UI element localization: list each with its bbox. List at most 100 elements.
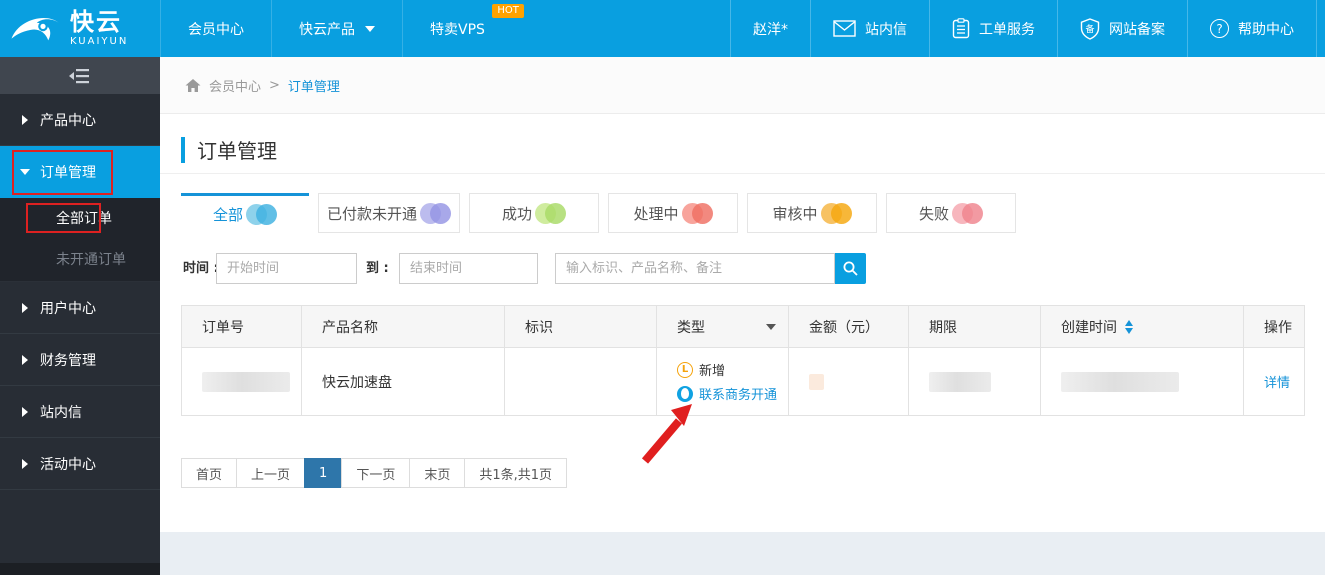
page-summary: 共1条,共1页 <box>464 458 568 488</box>
tab-paid-unopened[interactable]: 已付款未开通 <box>318 193 460 233</box>
redacted-created-time <box>1061 371 1179 392</box>
cell-identifier <box>505 348 657 415</box>
logo-subtitle: KUAIYUN <box>70 36 129 47</box>
redacted-amount <box>809 373 824 390</box>
filter-bar: 时间 : 到 : <box>160 253 1325 284</box>
header-term: 期限 <box>909 306 1041 347</box>
cell-term <box>909 348 1041 415</box>
sort-icon[interactable] <box>1125 319 1133 334</box>
sidebar-item-label: 全部订单 <box>56 210 112 227</box>
sidebar-subitem-unopened-orders[interactable]: 未开通订单 <box>0 237 160 282</box>
triangle-right-icon <box>22 406 28 417</box>
tab-label: 全部 <box>212 206 243 224</box>
triangle-right-icon <box>22 458 28 469</box>
time-label: 时间 : <box>183 261 219 276</box>
nav-item-work-order[interactable]: 工单服务 <box>929 0 1057 57</box>
tab-success[interactable]: 成功 <box>469 193 599 233</box>
cell-actions: 详情 <box>1244 348 1304 415</box>
tab-failed[interactable]: 失败 <box>886 193 1016 233</box>
page-first-button[interactable]: 首页 <box>181 458 238 488</box>
sidebar-item-order-management[interactable]: 订单管理 <box>0 146 160 198</box>
tab-processing[interactable]: 处理中 <box>608 193 738 233</box>
orders-table: 订单号 产品名称 标识 类型 金额（元） 期限 创建时间 操作 快云加速盘 L … <box>181 305 1305 416</box>
sidebar-item-user-center[interactable]: 用户中心 <box>0 282 160 334</box>
page-number-current[interactable]: 1 <box>304 458 343 488</box>
nav-item-messages[interactable]: 站内信 <box>810 0 929 57</box>
sidebar-item-label: 站内信 <box>40 404 82 421</box>
tab-label: 处理中 <box>633 204 679 223</box>
status-tabs: 全部 已付款未开通 成功 处理中 审核中 失败 <box>181 193 1016 233</box>
end-time-input[interactable] <box>399 253 538 284</box>
sidebar-item-activity-center[interactable]: 活动中心 <box>0 438 160 490</box>
nav-item-icp-filing[interactable]: 备 网站备案 <box>1057 0 1187 57</box>
nav-label: 会员中心 <box>188 21 244 38</box>
footer-strip <box>160 532 1325 575</box>
status-circles-icon <box>246 204 277 225</box>
user-menu[interactable]: 赵洋* <box>730 0 810 57</box>
tab-all[interactable]: 全部 <box>181 193 309 233</box>
nav-label: 站内信 <box>865 21 907 38</box>
tab-label: 审核中 <box>772 204 818 223</box>
search-icon <box>842 260 859 277</box>
shield-icon: 备 <box>1080 17 1100 40</box>
logo[interactable]: 快云 KUAIYUN <box>0 0 160 57</box>
header-order-no: 订单号 <box>182 306 302 347</box>
member-center-screen: 快云 KUAIYUN 会员中心 快云产品 特卖VPS HOT 赵洋* 站内信 工… <box>0 0 1325 575</box>
breadcrumb-current[interactable]: 订单管理 <box>288 76 340 95</box>
search-button[interactable] <box>835 253 866 284</box>
header-created-time: 创建时间 <box>1041 306 1244 347</box>
sidebar-bottom-strip <box>0 563 160 575</box>
header-product-name: 产品名称 <box>302 306 505 347</box>
sidebar-item-product-center[interactable]: 产品中心 <box>0 94 160 146</box>
type-filter-dropdown-icon[interactable] <box>766 323 776 330</box>
nav-item-help-center[interactable]: ? 帮助中心 <box>1187 0 1317 57</box>
top-nav-right: 赵洋* 站内信 工单服务 备 网站备案 ? 帮助中心 <box>730 0 1325 57</box>
status-circles-icon <box>681 202 713 224</box>
cell-product-name: 快云加速盘 <box>302 348 505 415</box>
to-label: 到 : <box>366 261 389 276</box>
nav-label: 特卖VPS <box>430 21 485 38</box>
main-content: 订单管理 全部 已付款未开通 成功 处理中 审核中 失败 时间: 开始时间 到… <box>160 114 1325 532</box>
header-amount: 金额（元） <box>789 306 909 347</box>
shield-glyph: 备 <box>1085 25 1095 35</box>
top-nav: 快云 KUAIYUN 会员中心 快云产品 特卖VPS HOT 赵洋* 站内信 工… <box>0 0 1325 57</box>
page-prev-button[interactable]: 上一页 <box>236 458 306 488</box>
breadcrumb-home[interactable]: 会员中心 <box>209 76 261 95</box>
tab-label: 已付款未开通 <box>326 204 417 223</box>
sidebar: 产品中心 订单管理 全部订单 未开通订单 用户中心 财务管理 站内信 活动中心 <box>0 57 160 575</box>
mail-icon <box>833 20 856 37</box>
logo-title: 快云 <box>70 8 122 36</box>
help-icon: ? <box>1210 19 1229 38</box>
cell-order-no <box>182 348 302 415</box>
nav-item-vps-sale[interactable]: 特卖VPS HOT <box>402 0 524 57</box>
cell-created-time <box>1041 348 1244 415</box>
collapse-menu-icon <box>68 68 92 84</box>
page-next-button[interactable]: 下一页 <box>341 458 411 488</box>
type-new-label: 新增 <box>699 364 726 379</box>
status-circles-icon <box>420 202 451 224</box>
sidebar-item-messages[interactable]: 站内信 <box>0 386 160 438</box>
username: 赵洋* <box>753 21 788 38</box>
nav-label: 快云产品 <box>299 21 355 38</box>
sidebar-subitem-all-orders[interactable]: 全部订单 <box>0 198 160 237</box>
cell-amount <box>789 348 909 415</box>
status-circles-icon <box>820 202 852 224</box>
nav-label: 帮助中心 <box>1238 21 1294 38</box>
start-time-input[interactable] <box>216 253 357 284</box>
sidebar-item-label: 订单管理 <box>40 165 96 181</box>
keyword-search-input[interactable] <box>555 253 835 284</box>
detail-link[interactable]: 详情 <box>1264 372 1290 391</box>
tab-reviewing[interactable]: 审核中 <box>747 193 877 233</box>
nav-item-member-center[interactable]: 会员中心 <box>160 0 271 57</box>
sidebar-collapse-button[interactable] <box>0 57 160 94</box>
page-last-button[interactable]: 末页 <box>409 458 466 488</box>
sidebar-item-finance[interactable]: 财务管理 <box>0 334 160 386</box>
pagination: 首页 上一页 1 下一页 末页 共1条,共1页 <box>181 458 568 488</box>
status-circles-icon <box>952 202 983 224</box>
work-order-icon <box>952 18 970 39</box>
tab-label: 失败 <box>918 204 949 223</box>
nav-item-products[interactable]: 快云产品 <box>271 0 402 57</box>
sidebar-item-label: 未开通订单 <box>56 252 126 268</box>
qq-contact-icon <box>677 385 693 402</box>
contact-business-link[interactable]: 联系商务开通 <box>699 384 777 403</box>
